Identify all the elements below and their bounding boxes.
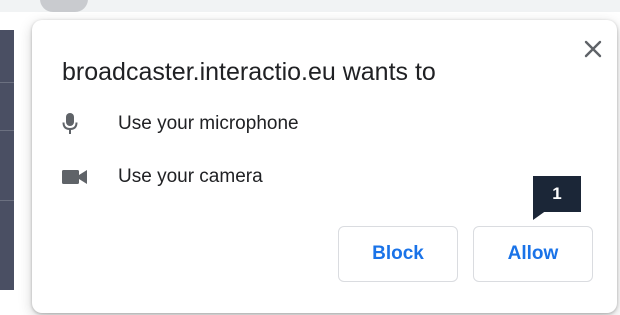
- step-callout-pointer: [533, 210, 547, 220]
- dialog-title: broadcaster.interactio.eu wants to: [62, 58, 436, 86]
- permission-row-microphone: Use your microphone: [62, 112, 299, 136]
- background-divider: [0, 200, 14, 201]
- close-button[interactable]: [580, 36, 606, 62]
- step-callout-badge: 1: [533, 176, 581, 212]
- background-divider: [0, 130, 14, 131]
- permission-row-camera: Use your camera: [62, 165, 263, 189]
- block-button[interactable]: Block: [338, 226, 458, 282]
- permission-dialog: broadcaster.interactio.eu wants to Use y…: [32, 20, 617, 313]
- permission-label-camera: Use your camera: [118, 166, 263, 187]
- browser-top-strip: [0, 0, 620, 12]
- background-divider: [0, 82, 14, 83]
- permission-label-microphone: Use your microphone: [118, 113, 299, 134]
- microphone-icon: [62, 112, 90, 136]
- close-icon: [584, 40, 602, 58]
- allow-button[interactable]: Allow: [473, 226, 593, 282]
- camera-icon: [62, 165, 90, 189]
- browser-tab-pill: [40, 0, 88, 12]
- background-page-strip: [0, 30, 14, 290]
